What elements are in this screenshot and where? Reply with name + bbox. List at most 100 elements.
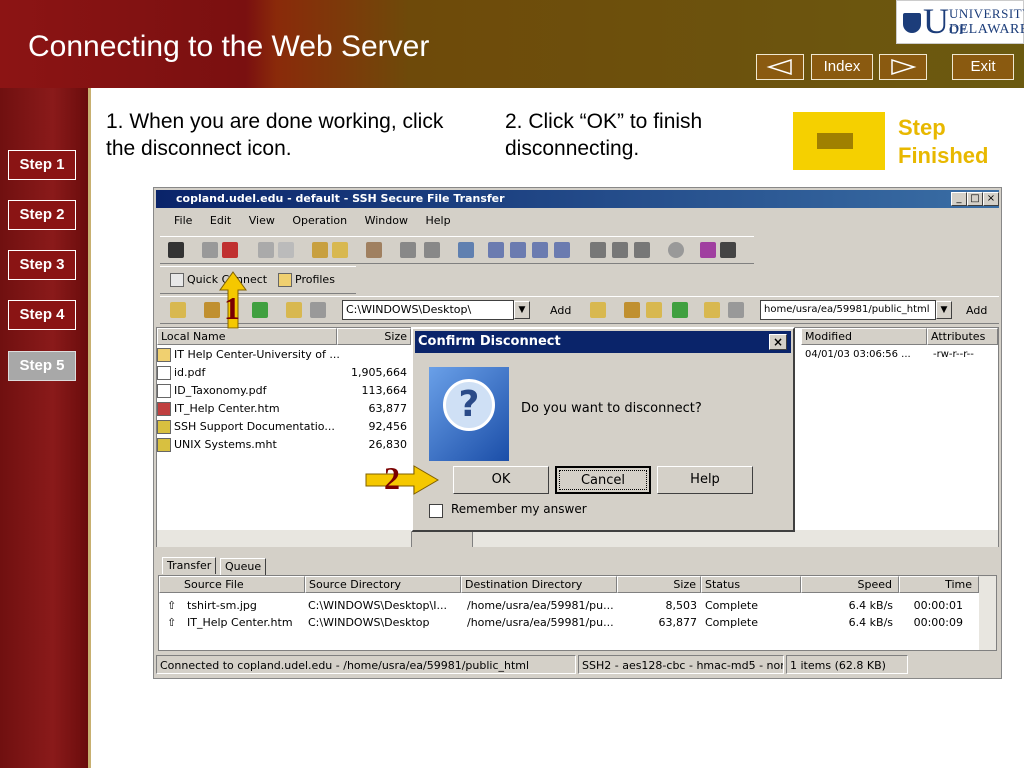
remote-h-scrollbar[interactable] <box>473 530 998 547</box>
upload-arrow-icon: ⇧ <box>167 599 177 612</box>
step-2-button[interactable]: Step 2 <box>8 200 76 230</box>
binary-mode-icon[interactable] <box>612 242 628 258</box>
details-icon[interactable] <box>554 242 570 258</box>
paste-icon[interactable] <box>278 242 294 258</box>
folder-icon[interactable] <box>312 242 328 258</box>
attributes-header[interactable]: Attributes <box>927 328 998 345</box>
cancel-button[interactable]: Cancel <box>555 466 651 494</box>
remote-new-folder-icon[interactable] <box>704 302 720 318</box>
close-window-button[interactable]: × <box>983 192 999 206</box>
remote-refresh-icon[interactable] <box>672 302 688 318</box>
local-size-header[interactable]: Size <box>337 328 411 345</box>
help-button[interactable]: Help <box>657 466 753 494</box>
remote-folder-icon[interactable] <box>646 302 662 318</box>
mht-file-icon <box>157 420 171 434</box>
upload-icon[interactable] <box>424 242 440 258</box>
file-size: 92,456 <box>368 420 408 433</box>
exit-button[interactable]: Exit <box>952 54 1014 80</box>
profiles-folder-icon <box>278 273 292 287</box>
transfer-dest: /home/usra/ea/59981/pu... <box>467 616 614 629</box>
transfer-status: Complete <box>705 616 759 629</box>
remote-folder-up-icon[interactable] <box>590 302 606 318</box>
menu-edit[interactable]: Edit <box>210 214 231 227</box>
save-icon[interactable] <box>168 242 184 258</box>
download-icon[interactable] <box>400 242 416 258</box>
transfer-speed: 6.4 kB/s <box>848 616 893 629</box>
list-item[interactable]: SSH Support Documentatio... <box>157 418 335 436</box>
local-add-button[interactable]: Add <box>550 304 571 317</box>
transfer-size: 8,503 <box>665 599 698 612</box>
list-item[interactable]: IT Help Center-University of ... <box>157 346 340 364</box>
transfer-src: C:\WINDOWS\Desktop <box>308 616 430 629</box>
new-folder-icon[interactable] <box>332 242 348 258</box>
transfer-v-scrollbar[interactable] <box>979 576 996 650</box>
source-file-header[interactable]: Source File <box>159 576 305 593</box>
auto-mode-icon[interactable] <box>634 242 650 258</box>
source-directory-header[interactable]: Source Directory <box>305 576 461 593</box>
menu-file[interactable]: File <box>174 214 192 227</box>
remember-checkbox[interactable] <box>429 504 443 518</box>
step-4-button[interactable]: Step 4 <box>8 300 76 330</box>
left-arrow-icon <box>766 58 792 76</box>
ok-button[interactable]: OK <box>453 466 549 494</box>
minimize-button[interactable]: _ <box>951 192 967 206</box>
modified-header[interactable]: Modified <box>801 328 927 345</box>
disconnect-icon[interactable] <box>222 242 238 258</box>
file-name: IT_Help Center.htm <box>174 402 280 415</box>
remote-file-attributes: -rw-r--r-- <box>933 349 974 360</box>
remote-path-dropdown-icon[interactable]: ▼ <box>936 301 952 319</box>
dialog-close-button[interactable]: × <box>769 334 787 350</box>
menu-view[interactable]: View <box>249 214 275 227</box>
remote-path-input[interactable]: home/usra/ea/59981/public_html <box>760 300 936 320</box>
index-button[interactable]: Index <box>811 54 873 80</box>
local-new-folder-icon[interactable] <box>286 302 302 318</box>
list-item[interactable]: ID_Taxonomy.pdf <box>157 382 266 400</box>
large-icons-icon[interactable] <box>488 242 504 258</box>
list-item[interactable]: UNIX Systems.mht <box>157 436 277 454</box>
connect-icon[interactable] <box>202 242 218 258</box>
time-header[interactable]: Time <box>899 576 979 593</box>
menu-bar: File Edit View Operation Window Help <box>174 214 465 234</box>
copy-icon[interactable] <box>258 242 274 258</box>
status-header[interactable]: Status <box>701 576 801 593</box>
local-delete-icon[interactable] <box>310 302 326 318</box>
step-3-button[interactable]: Step 3 <box>8 250 76 280</box>
next-button[interactable] <box>879 54 927 80</box>
remote-delete-icon[interactable] <box>728 302 744 318</box>
question-icon: ? <box>429 367 509 461</box>
mht-file-icon <box>157 438 171 452</box>
list-item[interactable]: IT_Help Center.htm <box>157 400 280 418</box>
destination-directory-header[interactable]: Destination Directory <box>461 576 617 593</box>
small-icons-icon[interactable] <box>510 242 526 258</box>
size-header[interactable]: Size <box>617 576 701 593</box>
stop-icon[interactable] <box>668 242 684 258</box>
menu-window[interactable]: Window <box>365 214 408 227</box>
settings-icon[interactable] <box>366 242 382 258</box>
local-path-input[interactable]: C:\WINDOWS\Desktop\ <box>342 300 514 320</box>
remote-home-icon[interactable] <box>624 302 640 318</box>
menu-help[interactable]: Help <box>425 214 450 227</box>
dialog-message: Do you want to disconnect? <box>521 401 702 416</box>
list-icon[interactable] <box>532 242 548 258</box>
menu-operation[interactable]: Operation <box>292 214 347 227</box>
profiles-button[interactable]: Profiles <box>278 273 335 287</box>
local-name-header[interactable]: Local Name <box>157 328 337 345</box>
local-h-scrollbar[interactable] <box>157 530 411 547</box>
maximize-button[interactable]: □ <box>967 192 983 206</box>
local-folder-up-icon[interactable] <box>170 302 186 318</box>
remote-add-button[interactable]: Add <box>966 304 987 317</box>
context-help-icon[interactable] <box>720 242 736 258</box>
speed-header[interactable]: Speed <box>801 576 899 593</box>
local-refresh-icon[interactable] <box>252 302 268 318</box>
tab-queue[interactable]: Queue <box>220 558 267 575</box>
list-item[interactable]: id.pdf <box>157 364 205 382</box>
tab-transfer[interactable]: Transfer <box>162 557 217 574</box>
step-1-button[interactable]: Step 1 <box>8 150 76 180</box>
local-path-dropdown-icon[interactable]: ▼ <box>514 301 530 319</box>
step-5-button[interactable]: Step 5 <box>8 351 76 381</box>
help-book-icon[interactable] <box>700 242 716 258</box>
prev-button[interactable] <box>756 54 804 80</box>
window-icon[interactable] <box>458 242 474 258</box>
ascii-mode-icon[interactable] <box>590 242 606 258</box>
pdf-file-icon <box>157 384 171 398</box>
